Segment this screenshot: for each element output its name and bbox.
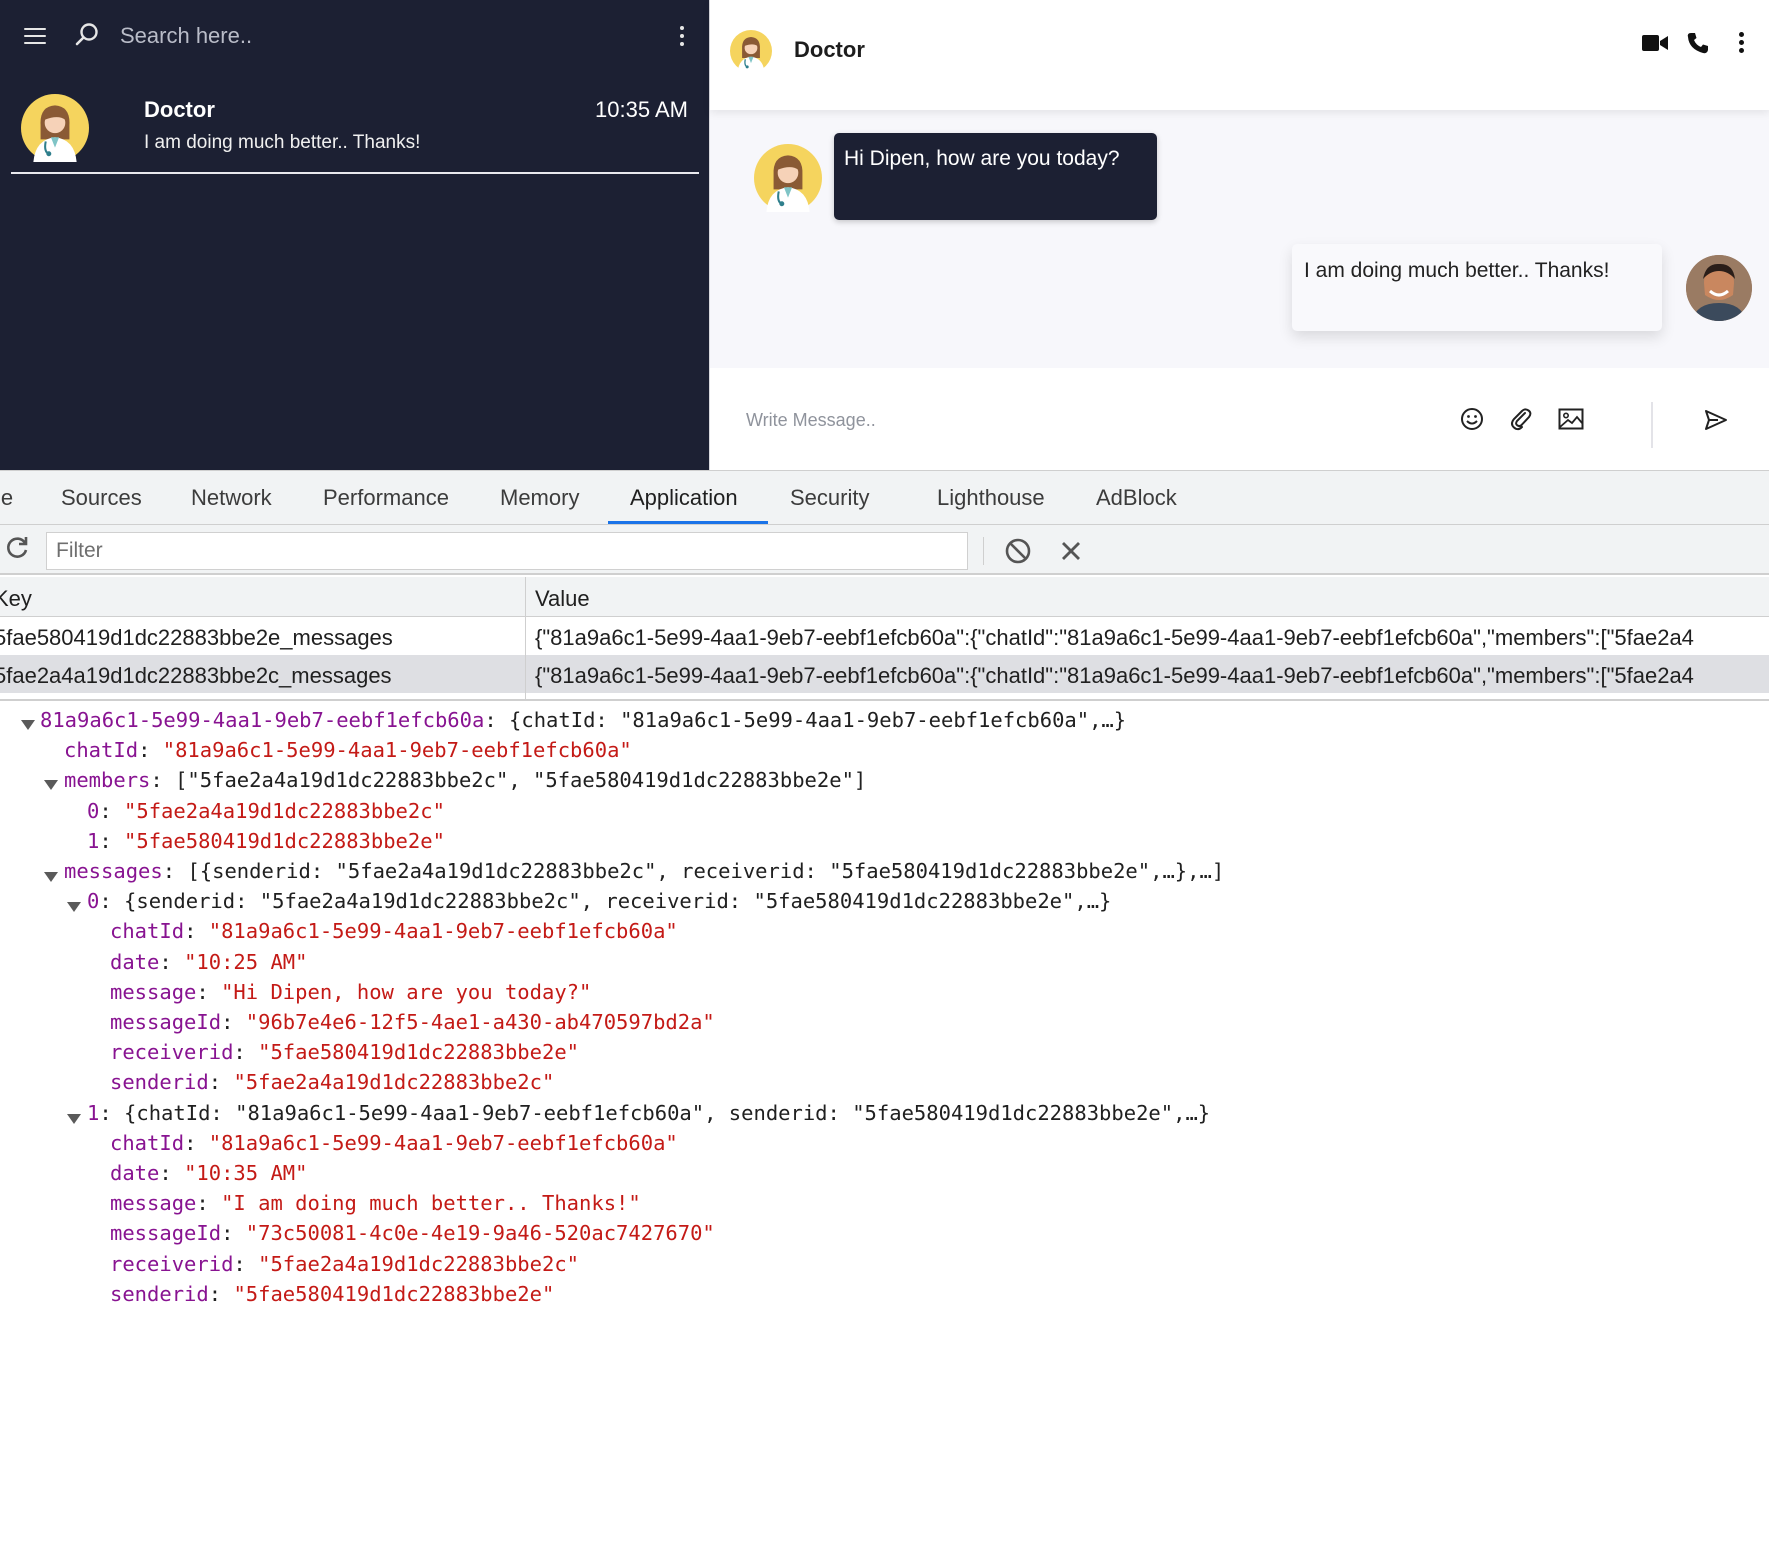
tab-application[interactable]: Application <box>630 485 738 511</box>
clear-all-icon[interactable] <box>1004 537 1032 565</box>
tree-node: date: "10:25 AM" <box>110 950 308 974</box>
refresh-icon[interactable] <box>4 535 30 561</box>
incoming-message-bubble: Hi Dipen, how are you today? <box>834 133 1157 220</box>
more-options-icon[interactable] <box>1736 30 1748 56</box>
expand-arrow-icon[interactable] <box>44 872 58 882</box>
tree-node: receiverid: "5fae2a4a19d1dc22883bbe2c" <box>110 1252 580 1276</box>
devtools-panel: le Sources Network Performance Memory Ap… <box>0 470 1769 1310</box>
tree-node: receiverid: "5fae580419d1dc22883bbe2e" <box>110 1040 580 1064</box>
value-json-tree: 81a9a6c1-5e99-4aa1-9eb7-eebf1efcb60a: {c… <box>0 703 1769 1311</box>
row-key: 5fae580419d1dc22883bbe2e_messages <box>0 625 393 650</box>
tree-node-members[interactable]: members: ["5fae2a4a19d1dc22883bbe2c", "5… <box>64 766 866 794</box>
tab-lighthouse[interactable]: Lighthouse <box>937 485 1045 511</box>
filter-input[interactable] <box>46 532 968 570</box>
chat-sidebar: Doctor 10:35 AM I am doing much better..… <box>0 0 709 470</box>
row-key: 5fae2a4a19d1dc22883bbe2c_messages <box>0 663 392 688</box>
composer-divider <box>1651 402 1653 448</box>
tree-node: date: "10:35 AM" <box>110 1161 308 1185</box>
tab-console[interactable]: le <box>0 485 13 511</box>
row-value: {"81a9a6c1-5e99-4aa1-9eb7-eebf1efcb60a":… <box>535 663 1694 688</box>
tree-node-message-1[interactable]: 1: {chatId: "81a9a6c1-5e99-4aa1-9eb7-eeb… <box>87 1099 1210 1127</box>
tree-key: 81a9a6c1-5e99-4aa1-9eb7-eebf1efcb60a <box>40 708 485 732</box>
tab-security[interactable]: Security <box>790 485 869 511</box>
tree-node: 1: "5fae580419d1dc22883bbe2e" <box>87 829 445 853</box>
doctor-avatar <box>21 94 89 162</box>
tab-network[interactable]: Network <box>191 485 272 511</box>
table-row-selected[interactable]: 5fae2a4a19d1dc22883bbe2c_messages {"81a9… <box>0 655 1769 693</box>
chat-contact-name: Doctor <box>144 97 215 122</box>
search-icon[interactable] <box>74 22 100 48</box>
chat-header: Doctor <box>710 0 1769 110</box>
tree-node: chatId: "81a9a6c1-5e99-4aa1-9eb7-eebf1ef… <box>110 919 678 943</box>
active-tab-indicator <box>608 521 768 524</box>
tab-performance[interactable]: Performance <box>323 485 449 511</box>
tab-adblock[interactable]: AdBlock <box>1096 485 1177 511</box>
attachment-icon[interactable] <box>1510 407 1532 431</box>
tree-node-root[interactable]: 81a9a6c1-5e99-4aa1-9eb7-eebf1efcb60a: {c… <box>40 706 1126 734</box>
chat-header-name: Doctor <box>794 37 865 62</box>
phone-call-icon[interactable] <box>1686 31 1710 55</box>
toolbar-separator <box>983 537 984 565</box>
tab-memory[interactable]: Memory <box>500 485 579 511</box>
tree-node: messageId: "73c50081-4c0e-4e19-9a46-520a… <box>110 1221 715 1245</box>
image-icon[interactable] <box>1558 408 1584 430</box>
search-input[interactable] <box>118 18 638 54</box>
local-storage-table: Key Value 5fae580419d1dc22883bbe2e_messa… <box>0 577 1769 701</box>
tree-node-messages[interactable]: messages: [{senderid: "5fae2a4a19d1dc228… <box>64 857 1224 885</box>
chat-panel: Doctor Hi Dipen, how are you today? I am… <box>709 0 1769 470</box>
more-options-icon[interactable] <box>676 24 688 48</box>
video-call-icon[interactable] <box>1641 33 1669 53</box>
sidebar-search-bar <box>0 0 709 72</box>
expand-arrow-icon[interactable] <box>67 1114 81 1124</box>
tree-node: chatId: "81a9a6c1-5e99-4aa1-9eb7-eebf1ef… <box>110 1131 678 1155</box>
tree-node: senderid: "5fae2a4a19d1dc22883bbe2c" <box>110 1070 555 1094</box>
emoji-icon[interactable] <box>1460 407 1484 431</box>
column-header-key[interactable]: Key <box>0 586 32 612</box>
doctor-avatar <box>754 144 822 212</box>
doctor-avatar <box>730 30 772 72</box>
expand-arrow-icon[interactable] <box>44 780 58 790</box>
tree-node: senderid: "5fae580419d1dc22883bbe2e" <box>110 1282 555 1306</box>
tree-node: chatId: "81a9a6c1-5e99-4aa1-9eb7-eebf1ef… <box>64 738 632 762</box>
message-composer <box>710 368 1769 470</box>
chat-last-message: I am doing much better.. Thanks! <box>144 132 421 153</box>
delete-selected-icon[interactable] <box>1059 539 1083 563</box>
table-row[interactable]: 5fae580419d1dc22883bbe2e_messages {"81a9… <box>0 617 1769 655</box>
expand-arrow-icon[interactable] <box>21 720 35 730</box>
tab-sources[interactable]: Sources <box>61 485 142 511</box>
outgoing-message-bubble: I am doing much better.. Thanks! <box>1292 244 1662 331</box>
user-avatar <box>1686 255 1752 321</box>
column-divider <box>525 577 526 701</box>
tree-node: messageId: "96b7e4e6-12f5-4ae1-a430-ab47… <box>110 1010 715 1034</box>
send-icon[interactable] <box>1704 409 1728 431</box>
row-value: {"81a9a6c1-5e99-4aa1-9eb7-eebf1efcb60a":… <box>535 625 1694 650</box>
tree-node: message: "I am doing much better.. Thank… <box>110 1191 641 1215</box>
chat-timestamp: 10:35 AM <box>595 97 688 122</box>
expand-arrow-icon[interactable] <box>67 902 81 912</box>
chat-list-item[interactable]: Doctor 10:35 AM I am doing much better..… <box>11 86 699 174</box>
devtools-tab-bar: le Sources Network Performance Memory Ap… <box>0 471 1769 525</box>
tree-node-message-0[interactable]: 0: {senderid: "5fae2a4a19d1dc22883bbe2c"… <box>87 887 1111 915</box>
storage-toolbar <box>0 525 1769 575</box>
tree-node: message: "Hi Dipen, how are you today?" <box>110 980 592 1004</box>
message-input[interactable] <box>744 402 1304 438</box>
tree-preview: {chatId: "81a9a6c1-5e99-4aa1-9eb7-eebf1e… <box>509 708 1127 732</box>
tree-node: 0: "5fae2a4a19d1dc22883bbe2c" <box>87 799 445 823</box>
column-header-value[interactable]: Value <box>535 586 590 612</box>
table-header-row: Key Value <box>0 577 1769 617</box>
menu-icon[interactable] <box>24 27 46 45</box>
